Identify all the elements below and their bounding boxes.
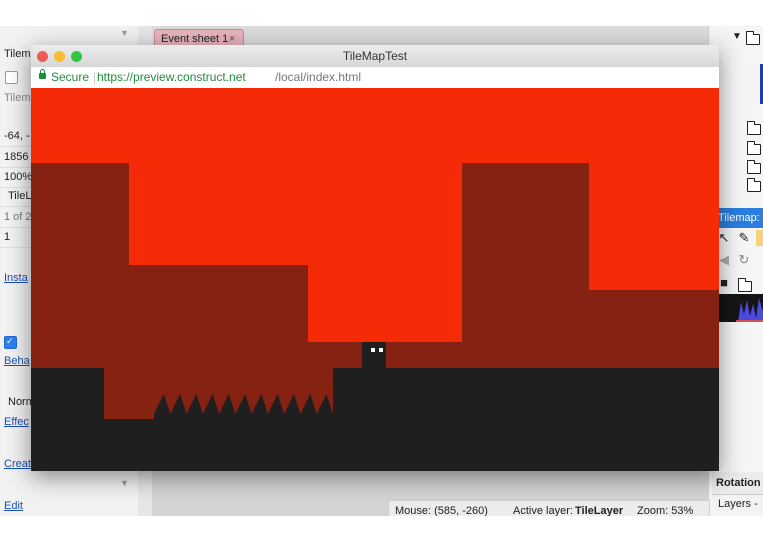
window-titlebar[interactable]: TileMapTest	[31, 45, 719, 68]
folder-icon[interactable]	[747, 121, 761, 135]
tileset-preview[interactable]	[716, 294, 763, 322]
layers-label: Layers -	[718, 498, 758, 510]
folder-icon[interactable]	[738, 278, 752, 292]
rotation-label: Rotation	[716, 477, 761, 489]
folder-icon[interactable]	[746, 31, 760, 45]
bottom-margin	[0, 516, 763, 541]
rectangle-tool-icon[interactable]	[756, 230, 763, 246]
behaviors-link[interactable]: Beha	[4, 355, 30, 367]
player	[362, 342, 386, 368]
property-value: -64, -	[4, 130, 30, 142]
secure-label: Secure	[51, 70, 90, 84]
address-bar[interactable]: Secure | https://preview.construct.net /…	[31, 67, 719, 89]
player-eye	[379, 348, 383, 352]
instance-variables-link[interactable]: Insta	[4, 272, 28, 284]
folder-icon[interactable]	[747, 160, 761, 174]
game-scene	[31, 88, 719, 471]
preview-window: TileMapTest Secure | https://preview.con…	[31, 45, 719, 471]
enabled-checkbox[interactable]	[4, 336, 17, 349]
property-value: 1856	[4, 151, 29, 163]
edit-link[interactable]: Edit	[4, 500, 23, 512]
dropdown-arrow-icon[interactable]: ▼	[120, 478, 129, 488]
url-divider: |	[93, 70, 97, 84]
property-value: 1	[4, 231, 11, 243]
tilemap-bar-title: Tilemap: T	[718, 212, 763, 224]
url-path: /local/index.html	[275, 70, 362, 84]
layers-tab[interactable]: Layers -	[712, 494, 763, 515]
tilemap-tools-row-1: ↖ ✎	[714, 230, 763, 250]
rotate-icon[interactable]: ↻	[736, 252, 752, 268]
lock-icon	[39, 69, 46, 79]
effects-link[interactable]: Effec	[4, 416, 29, 428]
rotation-section: Rotation	[712, 472, 763, 494]
folder-icon[interactable]	[747, 178, 761, 192]
dropdown-arrow-icon[interactable]: ▼	[120, 28, 129, 38]
game-canvas[interactable]	[31, 88, 719, 471]
tilemap-tools-row-2: ◀ ↻	[714, 252, 763, 272]
player-eye	[371, 348, 375, 352]
tilemap-bar-header: Tilemap: T	[714, 208, 763, 228]
tab-label: Event sheet 1	[161, 33, 229, 45]
property-value: 100%	[4, 171, 33, 183]
create-link[interactable]: Creat	[4, 458, 31, 470]
property-value: 1 of 2	[4, 211, 32, 223]
panel-subheader: Tilem	[4, 92, 31, 104]
property-value: TileL	[8, 190, 32, 202]
folder-icon[interactable]	[747, 141, 761, 155]
panel-checkbox[interactable]	[5, 71, 18, 84]
tileset-image	[716, 294, 763, 322]
window-title: TileMapTest	[342, 49, 408, 63]
tree-expand-icon[interactable]: ▼	[732, 31, 742, 42]
panel-header: Tilem	[4, 48, 31, 60]
close-icon[interactable]: ×	[229, 33, 235, 45]
tilemap-tools-row-3: ■	[714, 275, 763, 295]
url-host: https://preview.construct.net	[97, 70, 246, 84]
pencil-icon[interactable]: ✎	[736, 230, 752, 246]
